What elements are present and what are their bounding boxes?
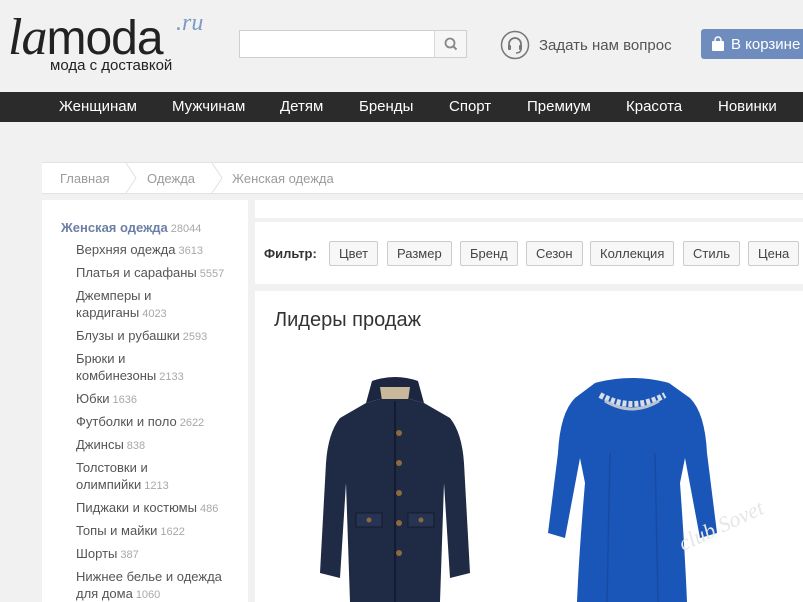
breadcrumb-clothing[interactable]: Одежда <box>147 163 195 193</box>
sidebar-item-jackets[interactable]: Пиджаки и костюмы 486 <box>76 499 246 518</box>
sidebar-item-jeans[interactable]: Джинсы 838 <box>76 436 246 455</box>
sidebar-item-outerwear[interactable]: Верхняя одежда 3613 <box>76 241 246 260</box>
sidebar-item-hoodies[interactable]: Толстовки и олимпийки 1213 <box>76 459 176 495</box>
sidebar-item-trousers[interactable]: Брюки и комбинезоны 2133 <box>76 350 186 386</box>
search-box <box>239 30 467 58</box>
breadcrumb-home[interactable]: Главная <box>60 163 109 193</box>
cart-label: В корзине <box>731 35 801 53</box>
search-input[interactable] <box>240 31 434 57</box>
logo-tagline: мода с доставкой <box>50 57 173 74</box>
sidebar-item-tshirts[interactable]: Футболки и поло 2622 <box>76 413 246 432</box>
breadcrumb-separator-icon <box>125 163 137 193</box>
ask-question-link[interactable]: Задать нам вопрос <box>500 30 672 60</box>
logo-domain: .ru <box>176 10 204 36</box>
shopping-bag-icon <box>712 36 724 51</box>
svg-text:club Sovet: club Sovet <box>674 500 768 556</box>
search-icon <box>444 37 458 51</box>
filter-season-button[interactable]: Сезон <box>526 241 583 266</box>
sidebar-item-shorts[interactable]: Шорты 387 <box>76 545 246 564</box>
nav-brands[interactable]: Бренды <box>359 92 413 122</box>
nav-sport[interactable]: Спорт <box>449 92 491 122</box>
sidebar-title[interactable]: Женская одежда 28044 <box>61 220 201 235</box>
nav-men[interactable]: Мужчинам <box>172 92 245 122</box>
cart-button[interactable]: В корзине <box>701 29 803 59</box>
product-image-navy-parka[interactable] <box>310 373 480 602</box>
filter-label: Фильтр: <box>264 246 317 261</box>
filter-price-button[interactable]: Цена <box>748 241 800 266</box>
nav-premium[interactable]: Премиум <box>527 92 591 122</box>
filter-size-button[interactable]: Размер <box>387 241 452 266</box>
sidebar-item-skirts[interactable]: Юбки 1636 <box>76 390 246 409</box>
filter-color-button[interactable]: Цвет <box>329 241 379 266</box>
search-button[interactable] <box>434 31 466 57</box>
nav-new[interactable]: Новинки <box>718 92 777 122</box>
watermark-logo: club Sovet <box>674 500 768 556</box>
lamoda-logo[interactable]: lamoda .ru мода с доставкой <box>8 4 228 79</box>
bestsellers-section: Лидеры продаж club Sovet <box>255 291 803 602</box>
filter-brand-button[interactable]: Бренд <box>460 241 518 266</box>
bestsellers-title: Лидеры продаж <box>274 309 421 331</box>
headset-icon <box>500 30 530 60</box>
filter-bar: Фильтр: Цвет Размер Бренд Сезон Коллекци… <box>255 222 803 284</box>
sidebar-item-blouses[interactable]: Блузы и рубашки 2593 <box>76 327 246 346</box>
nav-beauty[interactable]: Красота <box>626 92 682 122</box>
nav-kids[interactable]: Детям <box>280 92 323 122</box>
breadcrumb-separator-icon <box>211 163 223 193</box>
breadcrumb-womens-clothing: Женская одежда <box>232 171 334 186</box>
sidebar-item-underwear[interactable]: Нижнее белье и одежда для дома 1060 <box>76 568 236 602</box>
filter-collection-button[interactable]: Коллекция <box>590 241 675 266</box>
category-sidebar: Женская одежда 28044 Верхняя одежда 3613 П… <box>42 200 248 602</box>
sidebar-item-jumpers[interactable]: Джемперы и кардиганы 4023 <box>76 287 186 323</box>
header: lamoda .ru мода с доставкой Задать нам в… <box>0 0 803 92</box>
breadcrumb: Главная Одежда Женская одежда <box>42 162 803 194</box>
main-nav: Женщинам Мужчинам Детям Бренды Спорт Пре… <box>0 92 803 122</box>
ask-question-label: Задать нам вопрос <box>539 36 672 54</box>
filter-style-button[interactable]: Стиль <box>683 241 740 266</box>
nav-women[interactable]: Женщинам <box>59 92 137 122</box>
sidebar-item-tops[interactable]: Топы и майки 1622 <box>76 522 246 541</box>
content-top-strip <box>255 200 803 218</box>
sidebar-item-dresses[interactable]: Платья и сарафаны 5557 <box>76 264 246 283</box>
